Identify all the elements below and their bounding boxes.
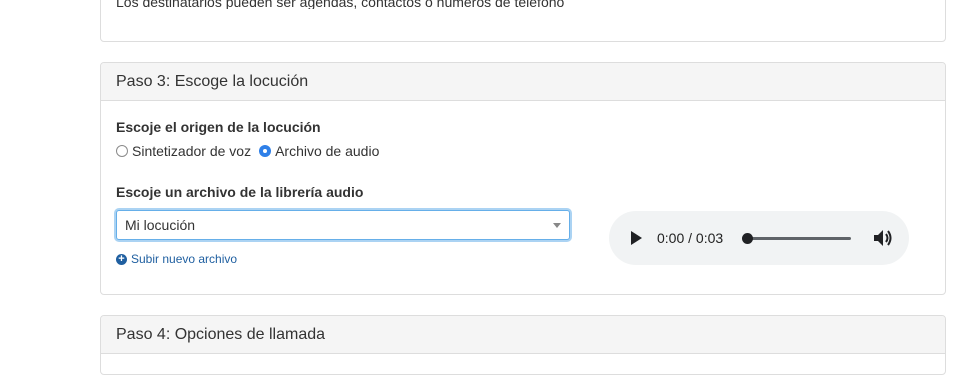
audio-library-label: Escoje un archivo de la librería audio xyxy=(116,184,364,200)
upload-link-label: Subir nuevo archivo xyxy=(131,252,238,266)
step4-title: Paso 4: Opciones de llamada xyxy=(116,325,326,343)
audio-time: 0:00 / 0:03 xyxy=(657,230,724,246)
step3-panel: Paso 3: Escoge la locución Escoje el ori… xyxy=(100,62,946,295)
play-icon[interactable] xyxy=(629,230,643,246)
upload-new-file-link[interactable]: + Subir nuevo archivo xyxy=(116,252,237,266)
audio-player: 0:00 / 0:03 xyxy=(609,211,909,265)
audio-progress-slider[interactable] xyxy=(742,233,851,244)
step3-heading: Paso 3: Escoge la locución xyxy=(101,63,945,101)
plus-circle-icon: + xyxy=(116,253,127,265)
step3-title: Paso 3: Escoge la locución xyxy=(116,72,309,90)
radio-audio-file-label: Archivo de audio xyxy=(275,143,380,159)
audio-file-select-value: Mi locución xyxy=(125,217,196,233)
chevron-down-icon xyxy=(553,223,561,228)
step2-help-text: Los destinatarios pueden ser agendas, co… xyxy=(116,0,565,10)
radio-option-audio-file[interactable]: Archivo de audio xyxy=(259,143,379,159)
radio-synth-label: Sintetizador de voz xyxy=(132,143,252,159)
radio-audio-file[interactable] xyxy=(259,145,272,157)
audio-file-select[interactable]: Mi locución xyxy=(116,210,570,240)
volume-icon[interactable] xyxy=(873,229,893,247)
radio-synth[interactable] xyxy=(116,145,128,157)
step4-heading: Paso 4: Opciones de llamada xyxy=(101,316,945,354)
step2-panel: Los destinatarios pueden ser agendas, co… xyxy=(100,0,946,42)
origin-label: Escoje el origen de la locución xyxy=(116,119,321,135)
radio-option-synth[interactable]: Sintetizador de voz xyxy=(116,143,251,159)
origin-radio-group: Sintetizador de voz Archivo de audio xyxy=(116,143,387,159)
step4-panel: Paso 4: Opciones de llamada xyxy=(100,315,946,375)
audio-progress-thumb[interactable] xyxy=(742,233,753,244)
